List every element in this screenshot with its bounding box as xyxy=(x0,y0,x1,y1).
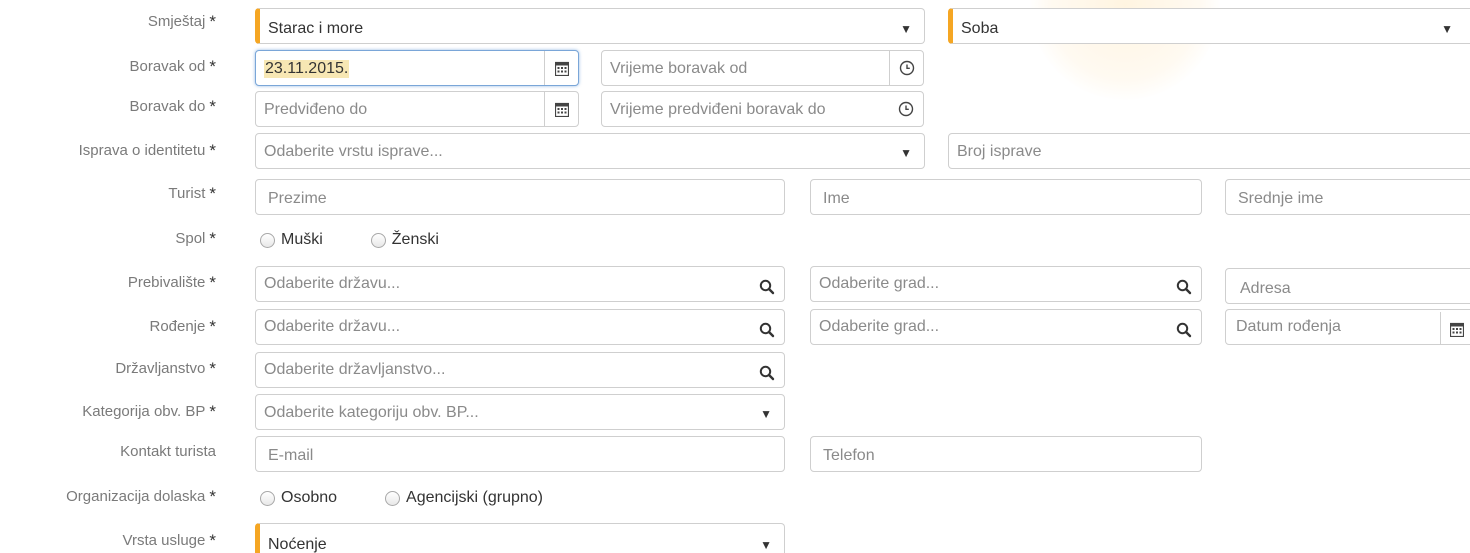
birth-date-input[interactable]: Datum rođenja xyxy=(1225,309,1470,345)
arrival-option-agency[interactable]: Agencijski (grupno) xyxy=(385,489,543,507)
document-number-input[interactable]: Broj isprave xyxy=(948,133,1470,169)
label-kontakt: Kontakt turista xyxy=(120,443,216,460)
residence-city-placeholder: Odaberite grad... xyxy=(819,275,940,292)
birth-date-placeholder: Datum rođenja xyxy=(1236,318,1341,335)
document-type-placeholder: Odaberite vrstu isprave... xyxy=(264,143,443,160)
required-mark: * xyxy=(209,359,216,378)
residence-city-input[interactable]: Odaberite grad... xyxy=(810,266,1202,302)
calendar-icon[interactable] xyxy=(544,51,578,85)
clock-icon[interactable] xyxy=(889,92,923,126)
label-drzavljanstvo: Državljanstvo * xyxy=(115,359,216,378)
gender-option-male[interactable]: Muški xyxy=(260,231,323,249)
document-type-select[interactable]: Odaberite vrstu isprave... ▼ xyxy=(255,133,925,169)
radio-button[interactable] xyxy=(385,490,401,506)
required-mark: * xyxy=(209,141,216,160)
label-smjestaj: Smještaj * xyxy=(147,12,216,31)
search-icon[interactable] xyxy=(750,270,784,301)
service-type-select[interactable]: Noćenje ▼ xyxy=(255,523,785,553)
accommodation-unit-select[interactable]: Soba ▼ xyxy=(948,8,1470,44)
label-kategorija: Kategorija obv. BP * xyxy=(82,402,216,421)
stay-to-date-input[interactable]: Predviđeno do xyxy=(255,91,579,127)
required-mark: * xyxy=(209,531,216,550)
calendar-icon[interactable] xyxy=(544,92,578,126)
birth-country-input[interactable]: Odaberite državu... xyxy=(255,309,785,345)
chevron-down-icon: ▼ xyxy=(1441,22,1453,36)
residence-address-placeholder: Adresa xyxy=(1240,280,1291,297)
birth-city-placeholder: Odaberite grad... xyxy=(819,318,940,335)
label-boravak-do: Boravak do * xyxy=(129,97,216,116)
accommodation-unit-value: Soba xyxy=(961,20,999,37)
tax-category-select[interactable]: Odaberite kategoriju obv. BP... ▼ xyxy=(255,394,785,430)
phone-input[interactable]: Telefon xyxy=(810,436,1202,472)
accommodation-object-value: Starac i more xyxy=(268,20,364,37)
required-mark: * xyxy=(209,12,216,31)
citizenship-placeholder: Odaberite državljanstvo... xyxy=(264,361,446,378)
label-turist: Turist * xyxy=(168,184,216,203)
phone-placeholder: Telefon xyxy=(823,447,875,464)
document-number-placeholder: Broj isprave xyxy=(957,143,1042,160)
label-prebivaliste: Prebivalište * xyxy=(127,273,216,292)
calendar-icon[interactable] xyxy=(1440,312,1470,344)
stay-from-date-value: 23.11.2015. xyxy=(264,60,350,78)
label-spol: Spol * xyxy=(175,229,216,248)
tourist-registration-form: Smještaj * Starac i more ▼ Soba ▼ Boravak… xyxy=(0,0,1470,553)
chevron-down-icon: ▼ xyxy=(900,22,912,36)
search-icon[interactable] xyxy=(750,313,784,344)
stay-to-date-placeholder: Predviđeno do xyxy=(264,101,368,118)
search-icon[interactable] xyxy=(750,356,784,387)
required-mark: * xyxy=(209,402,216,421)
arrival-organization-radio-group: Osobno Agencijski (grupno) xyxy=(260,489,591,507)
search-icon[interactable] xyxy=(1167,313,1201,344)
email-placeholder: E-mail xyxy=(268,447,314,464)
required-mark: * xyxy=(209,57,216,76)
label-rodenje: Rođenje * xyxy=(149,317,216,336)
gender-option-label: Ženski xyxy=(391,231,439,248)
middle-name-input[interactable]: Srednje ime xyxy=(1225,179,1470,215)
required-mark: * xyxy=(209,229,216,248)
birth-country-placeholder: Odaberite državu... xyxy=(264,318,401,335)
middle-name-placeholder: Srednje ime xyxy=(1238,190,1324,207)
arrival-option-label: Agencijski (grupno) xyxy=(406,489,543,506)
label-organizacija: Organizacija dolaska * xyxy=(66,487,216,506)
stay-to-time-input[interactable]: Vrijeme predviđeni boravak do xyxy=(601,91,924,127)
first-name-placeholder: Ime xyxy=(823,190,850,207)
arrival-option-personal[interactable]: Osobno xyxy=(260,489,337,507)
required-mark: * xyxy=(209,97,216,116)
label-vrsta-usluge: Vrsta usluge * xyxy=(122,531,216,550)
accommodation-object-select[interactable]: Starac i more ▼ xyxy=(255,8,925,44)
radio-button[interactable] xyxy=(370,232,386,248)
residence-address-input[interactable]: Adresa xyxy=(1225,268,1470,304)
gender-radio-group: Muški Ženski xyxy=(260,231,487,249)
stay-from-time-input[interactable]: Vrijeme boravak od xyxy=(601,50,924,86)
surname-input[interactable]: Prezime xyxy=(255,179,785,215)
radio-button[interactable] xyxy=(260,232,275,248)
residence-country-placeholder: Odaberite državu... xyxy=(264,275,401,292)
surname-placeholder: Prezime xyxy=(268,190,327,207)
email-input[interactable]: E-mail xyxy=(255,436,785,472)
clock-icon[interactable] xyxy=(889,51,923,85)
search-icon[interactable] xyxy=(1167,270,1201,301)
stay-from-date-input[interactable]: 23.11.2015. xyxy=(255,50,579,86)
stay-from-time-placeholder: Vrijeme boravak od xyxy=(610,60,748,77)
tax-category-placeholder: Odaberite kategoriju obv. BP... xyxy=(264,404,479,421)
residence-country-input[interactable]: Odaberite državu... xyxy=(255,266,785,302)
arrival-option-label: Osobno xyxy=(281,489,338,506)
chevron-down-icon: ▼ xyxy=(760,538,772,552)
first-name-input[interactable]: Ime xyxy=(810,179,1202,215)
birth-city-input[interactable]: Odaberite grad... xyxy=(810,309,1202,345)
required-mark: * xyxy=(209,487,216,506)
chevron-down-icon: ▼ xyxy=(760,407,772,421)
required-mark: * xyxy=(209,317,216,336)
stay-to-time-placeholder: Vrijeme predviđeni boravak do xyxy=(610,101,826,118)
gender-option-label: Muški xyxy=(281,231,323,248)
gender-option-female[interactable]: Ženski xyxy=(370,231,439,249)
citizenship-input[interactable]: Odaberite državljanstvo... xyxy=(255,352,785,388)
label-isprava: Isprava o identitetu * xyxy=(78,141,216,160)
required-mark: * xyxy=(209,273,216,292)
label-boravak-od: Boravak od * xyxy=(129,57,216,76)
chevron-down-icon: ▼ xyxy=(900,146,912,160)
required-mark: * xyxy=(209,184,216,203)
service-type-value: Noćenje xyxy=(268,536,327,553)
radio-button[interactable] xyxy=(260,490,275,506)
